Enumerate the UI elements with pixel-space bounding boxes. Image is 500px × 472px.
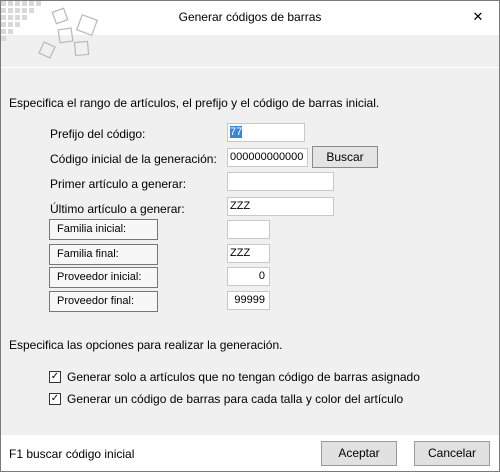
close-icon[interactable]: ✕ bbox=[467, 6, 489, 28]
ultimo-articulo-input[interactable]: ZZZ bbox=[227, 197, 334, 216]
familia-final-button[interactable]: Familia final: bbox=[49, 244, 158, 265]
prefijo-input[interactable]: 77 bbox=[227, 123, 305, 142]
prefijo-value: 77 bbox=[230, 126, 243, 138]
intro-text: Especifica el rango de artículos, el pre… bbox=[9, 96, 380, 110]
dialog-title: Generar códigos de barras bbox=[178, 10, 322, 24]
familia-inicial-button[interactable]: Familia inicial: bbox=[49, 219, 158, 240]
prefijo-label: Prefijo del código: bbox=[50, 127, 146, 141]
cancel-button[interactable]: Cancelar bbox=[414, 441, 490, 466]
option-label-talla-color: Generar un código de barras para cada ta… bbox=[67, 392, 404, 406]
codigo-inicial-label: Código inicial de la generación: bbox=[50, 152, 217, 166]
proveedor-final-input[interactable]: 99999 bbox=[227, 291, 270, 310]
familia-final-input[interactable]: ZZZ bbox=[227, 244, 270, 263]
primer-articulo-label: Primer artículo a generar: bbox=[50, 177, 187, 191]
proveedor-inicial-input[interactable]: 0 bbox=[227, 267, 270, 286]
option-checkbox-sin-codigo[interactable]: ✓ bbox=[49, 371, 61, 383]
codigo-inicial-input[interactable]: 000000000000 bbox=[227, 148, 308, 167]
proveedor-inicial-button[interactable]: Proveedor inicial: bbox=[49, 267, 158, 288]
buscar-button[interactable]: Buscar bbox=[312, 146, 378, 168]
dialog-window: Generar códigos de barras ✕ Especifica e… bbox=[0, 0, 500, 472]
options-text: Especifica las opciones para realizar la… bbox=[9, 338, 283, 352]
header-divider bbox=[1, 67, 499, 68]
accept-button[interactable]: Aceptar bbox=[321, 441, 397, 466]
option-checkbox-talla-color[interactable]: ✓ bbox=[49, 393, 61, 405]
primer-articulo-input[interactable] bbox=[227, 172, 334, 191]
footer-hint: F1 buscar código inicial bbox=[9, 447, 135, 461]
proveedor-final-button[interactable]: Proveedor final: bbox=[49, 291, 158, 312]
option-label-sin-codigo: Generar solo a artículos que no tengan c… bbox=[67, 370, 420, 384]
familia-inicial-input[interactable] bbox=[227, 220, 270, 239]
ultimo-articulo-label: Último artículo a generar: bbox=[50, 202, 185, 216]
